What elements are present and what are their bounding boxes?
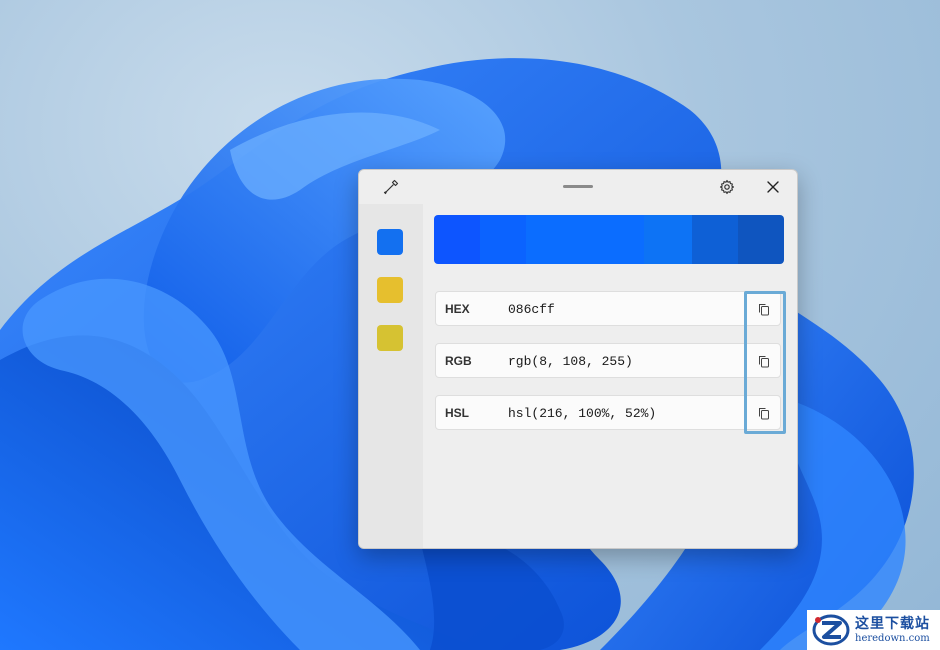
close-icon [767,181,779,193]
strip-shade-2[interactable] [480,215,526,264]
format-label: RGB [445,354,472,368]
strip-shade-3[interactable] [526,215,644,264]
eyedropper-button[interactable] [378,174,404,200]
format-row-hsl: HSL hsl(216, 100%, 52%) [435,395,781,430]
highlight-annotation [744,291,786,434]
strip-shade-5[interactable] [692,215,738,264]
watermark-title: 这里下载站 [855,615,930,632]
history-swatch-1[interactable] [377,229,403,255]
watermark-logo [812,614,850,646]
strip-shade-4[interactable] [644,215,692,264]
color-history [359,204,423,548]
drag-handle[interactable] [563,185,593,188]
history-swatch-3[interactable] [377,325,403,351]
color-variation-strip[interactable] [434,215,784,264]
format-value[interactable]: 086cff [508,302,555,317]
watermark-url: heredown.com [855,632,930,644]
format-value[interactable]: hsl(216, 100%, 52%) [508,406,656,421]
format-label: HSL [445,406,469,420]
gear-icon [719,179,735,195]
site-watermark: 这里下载站 heredown.com [807,610,940,650]
format-value[interactable]: rgb(8, 108, 255) [508,354,633,369]
format-row-hex: HEX 086cff [435,291,781,326]
title-bar [359,170,797,204]
format-row-rgb: RGB rgb(8, 108, 255) [435,343,781,378]
history-swatch-2[interactable] [377,277,403,303]
strip-shade-6[interactable] [738,215,784,264]
settings-button[interactable] [714,174,740,200]
format-label: HEX [445,302,470,316]
eyedropper-icon [383,179,399,195]
close-button[interactable] [760,174,786,200]
color-picker-window: HEX 086cff RGB rgb(8, 108, 255) HSL hsl(… [358,169,798,549]
strip-shade-1[interactable] [434,215,480,264]
